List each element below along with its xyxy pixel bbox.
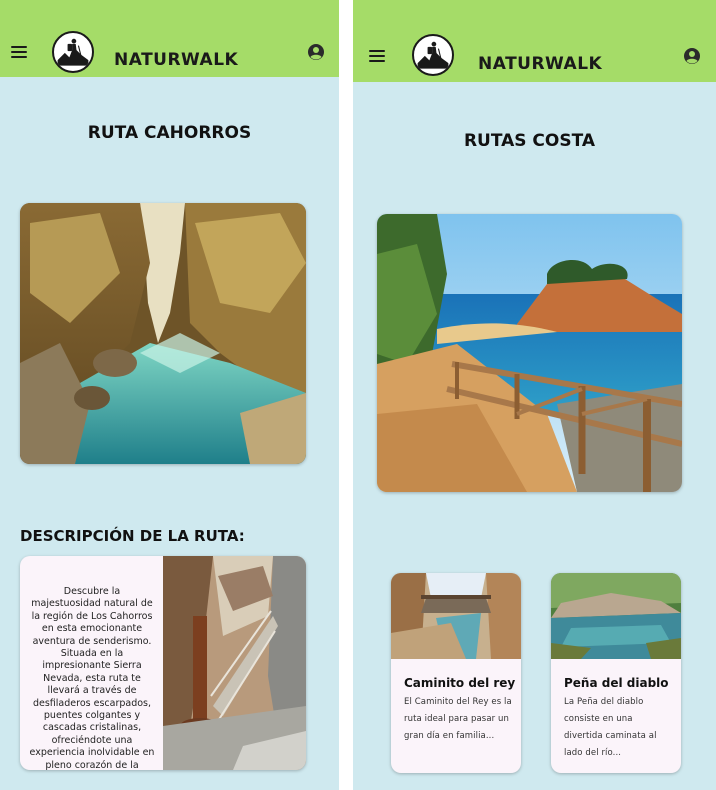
description-card: Descubre la majestuosidad natural de la … [20,556,306,770]
hiker-logo-icon[interactable] [52,31,94,73]
screen-ruta-cahorros: NATURWALK RUTA CAHORROS DESCRIPCIÓN DE L… [0,0,339,790]
brand-name[interactable]: NATURWALK [114,50,238,70]
brand-name[interactable]: NATURWALK [478,54,602,74]
screen-divider [339,0,353,790]
section-title: DESCRIPCIÓN DE LA RUTA: [20,527,245,545]
route-description: La Peña del diablo consiste en una diver… [564,697,657,758]
route-card-pena-del-diablo[interactable]: Peña del diablo La Peña del diablo consi… [551,573,681,773]
page-title: RUTA CAHORROS [87,123,252,143]
hiker-logo-icon[interactable] [412,34,454,76]
river-pool-image [551,573,681,659]
hanging-bridge-image [163,556,306,770]
menu-icon[interactable] [369,50,385,62]
route-card-caminito-del-rey[interactable]: Caminito del rey El Caminito del Rey es … [391,573,521,773]
top-app-bar: NATURWALK [353,0,716,82]
canyon-river-image [20,203,306,464]
gorge-walkway-image [391,573,521,659]
menu-icon[interactable] [11,46,27,58]
top-app-bar: NATURWALK [0,0,339,77]
route-name: Caminito del rey [404,676,516,690]
coastal-path-image [377,214,682,492]
account-circle-icon[interactable] [307,43,325,61]
route-description: El Caminito del Rey es la ruta ideal par… [404,697,512,741]
route-name: Peña del diablo [564,676,669,690]
route-description: Descubre la majestuosidad natural de la … [29,586,155,770]
screen-rutas-costa: NATURWALK RUTAS COSTA Caminito del rey E… [353,0,716,790]
page-title: RUTAS COSTA [463,131,596,151]
account-circle-icon[interactable] [683,47,701,65]
